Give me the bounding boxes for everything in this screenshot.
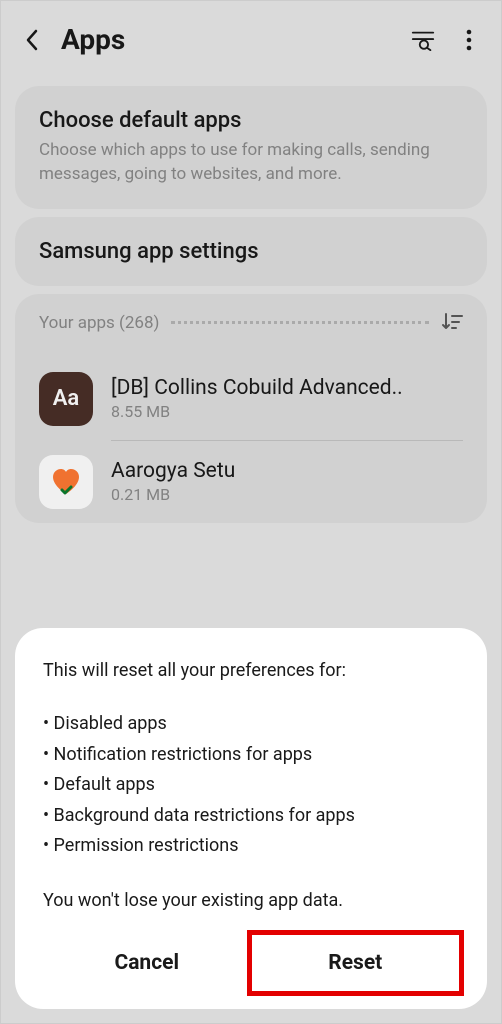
cancel-button[interactable]: Cancel	[43, 935, 251, 991]
modal-buttons: Cancel Reset	[43, 935, 459, 991]
modal-bullet: • Background data restrictions for apps	[43, 801, 459, 832]
modal-bullet: • Notification restrictions for apps	[43, 740, 459, 771]
modal-title: This will reset all your preferences for…	[43, 660, 459, 681]
modal-bullet: • Disabled apps	[43, 709, 459, 740]
reset-preferences-modal: This will reset all your preferences for…	[15, 628, 487, 1009]
modal-bullets: • Disabled apps • Notification restricti…	[43, 709, 459, 862]
modal-bullet: • Permission restrictions	[43, 831, 459, 862]
modal-bullet: • Default apps	[43, 770, 459, 801]
modal-footer-text: You won't lose your existing app data.	[43, 890, 459, 911]
reset-button[interactable]: Reset	[247, 930, 465, 996]
